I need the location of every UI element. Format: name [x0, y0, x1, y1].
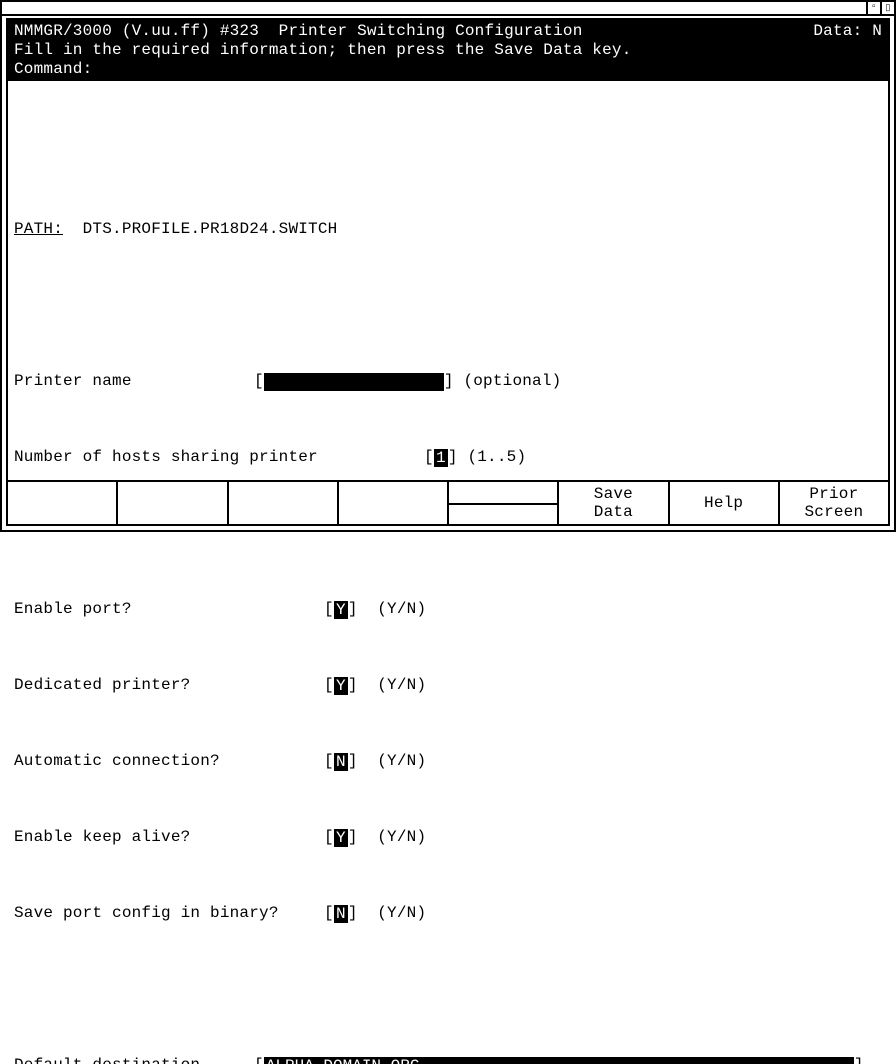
num-hosts-input[interactable] [434, 449, 448, 467]
app-window: NMMGR/3000 (V.uu.ff) #323 Printer Switch… [0, 0, 896, 532]
function-key-bar: SaveData Help PriorScreen [8, 480, 888, 524]
screen-body: PATH: DTS.PROFILE.PR18D24.SWITCH Printer… [8, 81, 888, 1064]
fkey-3[interactable] [229, 482, 339, 524]
auto-conn-input[interactable] [334, 753, 348, 771]
printer-name-label: Printer name [14, 372, 254, 391]
fkey-2[interactable] [118, 482, 228, 524]
auto-conn-label: Automatic connection? [14, 752, 324, 771]
auto-conn-hint: (Y/N) [377, 752, 426, 771]
num-hosts-label: Number of hosts sharing printer [14, 448, 424, 467]
dedicated-hint: (Y/N) [377, 676, 426, 695]
instructions-text: Fill in the required information; then p… [14, 41, 632, 60]
command-label: Command: [14, 60, 92, 79]
enable-port-hint: (Y/N) [377, 600, 426, 619]
screen-title: Printer Switching Configuration [279, 22, 583, 41]
fkey-6-save-data[interactable]: SaveData [559, 482, 669, 524]
fkey-5[interactable] [449, 482, 559, 524]
save-binary-label: Save port config in binary? [14, 904, 324, 923]
path-label: PATH: [14, 220, 63, 239]
titlebar [2, 2, 894, 16]
fkey-7-help[interactable]: Help [670, 482, 780, 524]
enable-port-input[interactable] [334, 601, 348, 619]
path-value: DTS.PROFILE.PR18D24.SWITCH [83, 220, 338, 239]
fkey-4[interactable] [339, 482, 449, 524]
num-hosts-hint: (1..5) [467, 448, 526, 467]
default-dest-input[interactable] [264, 1057, 854, 1064]
default-dest-label: Default destination [14, 1056, 254, 1064]
keep-alive-label: Enable keep alive? [14, 828, 324, 847]
printer-name-input[interactable] [264, 373, 444, 391]
data-indicator-value: N [872, 22, 882, 41]
maximize-icon[interactable] [880, 2, 894, 14]
dedicated-input[interactable] [334, 677, 348, 695]
screen-header: NMMGR/3000 (V.uu.ff) #323 Printer Switch… [8, 20, 888, 81]
fkey-8-prior-screen[interactable]: PriorScreen [780, 482, 888, 524]
save-binary-input[interactable] [334, 905, 348, 923]
keep-alive-hint: (Y/N) [377, 828, 426, 847]
app-id: NMMGR/3000 (V.uu.ff) #323 [14, 22, 259, 41]
path-row: PATH: DTS.PROFILE.PR18D24.SWITCH [14, 220, 882, 239]
terminal-frame: NMMGR/3000 (V.uu.ff) #323 Printer Switch… [6, 18, 890, 526]
save-binary-hint: (Y/N) [377, 904, 426, 923]
minimize-icon[interactable] [866, 2, 880, 14]
fkey-1[interactable] [8, 482, 118, 524]
printer-name-hint: (optional) [463, 372, 561, 391]
data-indicator-label: Data: [813, 22, 862, 41]
dedicated-label: Dedicated printer? [14, 676, 324, 695]
keep-alive-input[interactable] [334, 829, 348, 847]
enable-port-label: Enable port? [14, 600, 324, 619]
